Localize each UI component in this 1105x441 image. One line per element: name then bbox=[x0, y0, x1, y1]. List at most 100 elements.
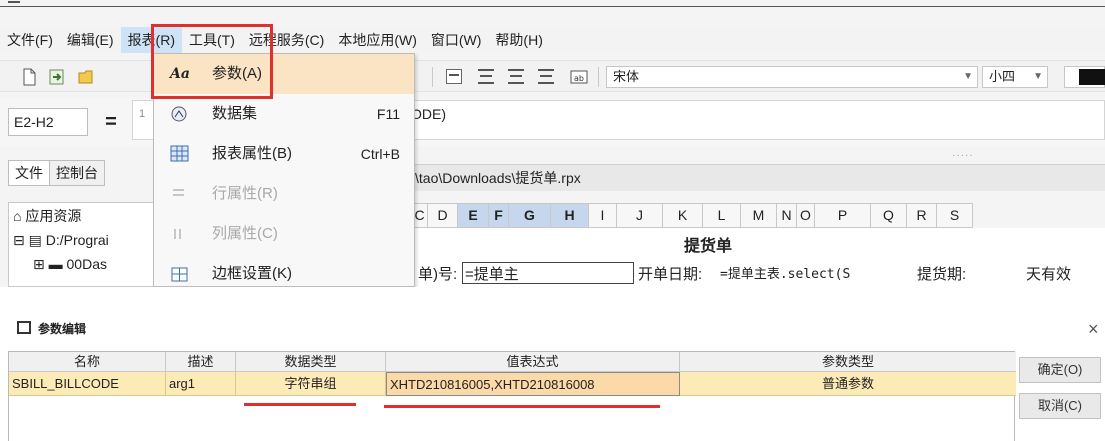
bill-number-label[interactable]: 单)号: bbox=[418, 263, 457, 284]
svg-text:ab: ab bbox=[574, 74, 584, 83]
color-swatch bbox=[1079, 69, 1105, 85]
column-header[interactable]: I bbox=[589, 203, 617, 228]
dialog-title: 参数编辑 bbox=[38, 322, 87, 336]
menu-item-label: 行属性(R) bbox=[212, 185, 278, 202]
column-header[interactable]: N bbox=[777, 203, 797, 228]
tree-item-dashboard[interactable]: ⊞ ▬ 00Das bbox=[33, 254, 107, 274]
column-header[interactable]: D bbox=[428, 203, 458, 228]
chevron-down-icon: ▼ bbox=[1033, 71, 1043, 82]
tree-item-label: 应用资源 bbox=[25, 208, 82, 224]
dialog-app-icon bbox=[17, 321, 31, 334]
menu-item-label: 报表属性(B) bbox=[212, 145, 292, 162]
collapse-icon: ⊟ bbox=[13, 232, 25, 248]
menu-item-label: 列属性(C) bbox=[212, 225, 278, 242]
param-value-expression-cell[interactable]: XHTD210816005,XHTD210816008 bbox=[386, 372, 680, 396]
dataset-icon bbox=[171, 106, 187, 122]
column-header-data-type: 数据类型 bbox=[236, 352, 386, 372]
report-sheet: 提货单 单)号: =提单主 开单日期: =提单主表.select(S 提货期: … bbox=[412, 228, 1105, 287]
align-left-icon[interactable] bbox=[446, 69, 462, 84]
menu-item-dataset[interactable]: 数据集 F11 bbox=[154, 94, 414, 134]
tab-file[interactable]: 文件 bbox=[8, 160, 50, 186]
menu-window[interactable]: 窗口(W) bbox=[424, 27, 489, 53]
menu-edit[interactable]: 编辑(E) bbox=[60, 27, 121, 53]
close-icon[interactable]: × bbox=[1088, 319, 1099, 340]
column-header[interactable]: S bbox=[937, 203, 973, 228]
column-header[interactable]: K bbox=[663, 203, 703, 228]
font-size-select[interactable]: 小四 ▼ bbox=[982, 66, 1048, 88]
column-header[interactable]: Q bbox=[871, 203, 907, 228]
column-header[interactable]: P bbox=[815, 203, 871, 228]
text-box-icon[interactable]: ab bbox=[570, 68, 588, 86]
toolbar-separator bbox=[598, 67, 599, 87]
ok-button[interactable]: 确定(O) bbox=[1019, 357, 1101, 383]
valid-days-cell[interactable]: 天有效 bbox=[1026, 263, 1071, 284]
align-right-icon[interactable] bbox=[508, 69, 524, 84]
column-header[interactable]: H bbox=[551, 203, 589, 228]
pickup-period-label[interactable]: 提货期: bbox=[917, 263, 966, 284]
window-control-dash bbox=[8, 1, 20, 3]
border-icon bbox=[171, 267, 188, 282]
menu-help[interactable]: 帮助(H) bbox=[488, 27, 549, 53]
report-editor-window: 文件(F) 编辑(E) 报表(R) 工具(T) 远程服务(C) 本地应用(W) … bbox=[0, 0, 1105, 287]
tab-console[interactable]: 控制台 bbox=[49, 160, 105, 186]
font-family-value: 宋体 bbox=[613, 69, 640, 84]
resource-tree: ⌂ 应用资源 ⊟ ▤ D:/Prograi ⊞ ▬ 00Das bbox=[8, 202, 163, 287]
param-name-cell[interactable]: SBILL_BILLCODE bbox=[9, 372, 166, 396]
column-header-name: 名称 bbox=[9, 352, 166, 372]
font-size-value: 小四 bbox=[989, 69, 1016, 84]
chevron-down-icon: ▼ bbox=[963, 71, 973, 82]
open-date-cell[interactable]: =提单主表.select(S bbox=[720, 263, 850, 282]
column-header[interactable]: R bbox=[907, 203, 937, 228]
bill-number-cell[interactable]: =提单主 bbox=[462, 262, 634, 284]
column-header-description: 描述 bbox=[166, 352, 236, 372]
column-header-row: C D E F G H I J K L M N O P Q R S bbox=[412, 203, 973, 228]
splitter-grip[interactable]: ····· bbox=[952, 150, 974, 161]
open-date-label[interactable]: 开单日期: bbox=[638, 263, 702, 284]
column-header[interactable]: G bbox=[509, 203, 551, 228]
formula-text: ODE) bbox=[411, 106, 446, 122]
menu-item-report-properties[interactable]: 报表属性(B) Ctrl+B bbox=[154, 134, 414, 174]
column-header[interactable]: M bbox=[741, 203, 777, 228]
column-header[interactable]: F bbox=[489, 203, 509, 228]
title-divider bbox=[0, 6, 1105, 7]
menu-local-app[interactable]: 本地应用(W) bbox=[331, 27, 424, 53]
menu-item-shortcut: Ctrl+B bbox=[360, 146, 400, 162]
report-props-icon bbox=[170, 145, 189, 162]
tree-item-program-path[interactable]: ⊟ ▤ D:/Prograi bbox=[13, 230, 109, 250]
sheet-title-cell[interactable]: 提货单 bbox=[684, 232, 732, 256]
font-color-picker[interactable] bbox=[1064, 66, 1105, 88]
font-family-select[interactable]: 宋体 ▼ bbox=[606, 66, 978, 88]
menu-item-border-settings[interactable]: 边框设置(K) bbox=[154, 254, 414, 287]
folder-icon: ▬ bbox=[48, 256, 63, 272]
expand-icon: ⊞ bbox=[33, 256, 45, 272]
menu-file[interactable]: 文件(F) bbox=[0, 27, 60, 53]
column-header[interactable]: J bbox=[617, 203, 663, 228]
tree-item-label: 00Das bbox=[66, 256, 107, 272]
column-header[interactable]: E bbox=[458, 203, 489, 228]
align-justify-icon[interactable] bbox=[538, 69, 554, 84]
column-header[interactable]: O bbox=[797, 203, 815, 228]
align-center-icon[interactable] bbox=[478, 69, 494, 84]
red-underline bbox=[244, 403, 356, 406]
param-type-cell[interactable]: 普通参数 bbox=[680, 372, 1016, 396]
tree-item-app-resources[interactable]: ⌂ 应用资源 bbox=[13, 206, 81, 226]
import-icon[interactable] bbox=[48, 68, 66, 86]
red-underline bbox=[384, 405, 660, 408]
menu-item-column-properties: 列属性(C) bbox=[154, 214, 414, 254]
line-number: 1 bbox=[139, 108, 146, 120]
parameter-edit-dialog: 参数编辑 × 名称 描述 数据类型 值表达式 参数类型 SBILL_BILLCO… bbox=[0, 303, 1105, 441]
menu-item-label: 边框设置(K) bbox=[212, 265, 292, 282]
menu-item-row-properties: 行属性(R) bbox=[154, 174, 414, 214]
open-folder-icon[interactable] bbox=[78, 68, 96, 86]
document-tab[interactable]: \tao\Downloads\提货单.rpx bbox=[412, 164, 1105, 191]
left-panel-tabs: 文件 控制台 bbox=[8, 160, 105, 186]
cancel-button[interactable]: 取消(C) bbox=[1019, 393, 1101, 419]
column-header[interactable]: L bbox=[703, 203, 741, 228]
equals-button[interactable]: = bbox=[96, 110, 126, 136]
tree-item-label: D:/Prograi bbox=[45, 232, 109, 248]
new-file-icon[interactable] bbox=[20, 68, 38, 86]
cell-reference-field[interactable]: E2-H2 bbox=[8, 108, 88, 136]
col-props-icon bbox=[174, 229, 181, 239]
param-data-type-cell[interactable]: 字符串组 bbox=[236, 372, 386, 396]
param-desc-cell[interactable]: arg1 bbox=[166, 372, 236, 396]
